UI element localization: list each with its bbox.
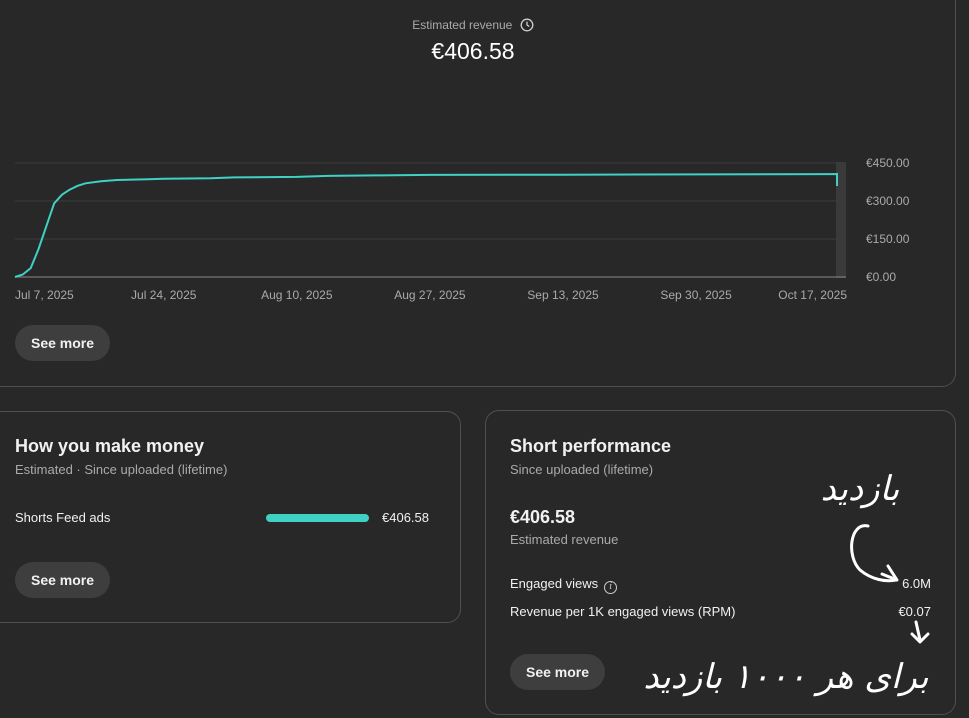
engaged-views-value: 6.0M	[902, 576, 931, 591]
x-tick-label: Oct 17, 2025	[778, 288, 847, 302]
estimated-revenue-header: Estimated revenue	[0, 18, 946, 35]
money-card-subtitle: Estimated · Since uploaded (lifetime)	[15, 462, 228, 477]
x-tick-label: Jul 7, 2025	[15, 288, 74, 302]
estimated-revenue-value: €406.58	[431, 38, 515, 64]
info-icon[interactable]: i	[604, 581, 618, 594]
short-revenue-label: Estimated revenue	[510, 532, 619, 547]
x-axis-ticks: Jul 7, 2025 Jul 24, 2025 Aug 10, 2025 Aug 2…	[15, 288, 847, 302]
x-tick-label: Aug 27, 2025	[394, 288, 466, 302]
x-tick-label: Sep 30, 2025	[660, 288, 732, 302]
y-tick-label: €450.00	[866, 156, 910, 170]
engaged-views-label: Engaged views	[510, 576, 599, 591]
y-axis-ticks: €450.00 €300.00 €150.00 €0.00	[866, 156, 910, 284]
revenue-series-line[interactable]	[14, 172, 838, 278]
x-tick-label: Sep 13, 2025	[527, 288, 599, 302]
y-tick-label: €300.00	[866, 194, 910, 208]
y-tick-label: €150.00	[866, 232, 910, 246]
money-see-more-button[interactable]: See more	[15, 562, 111, 598]
clock-icon[interactable]	[520, 18, 534, 35]
x-tick-label: Aug 10, 2025	[261, 288, 333, 302]
short-performance-title: Short performance	[510, 436, 672, 456]
shorts-feed-ads-label: Shorts Feed ads	[15, 510, 111, 525]
rpm-label: Revenue per 1K engaged views (RPM)	[510, 604, 736, 619]
revenue-see-more-button[interactable]: See more	[15, 325, 111, 361]
x-tick-label: Jul 24, 2025	[131, 288, 197, 302]
money-card-title: How you make money	[15, 436, 205, 456]
rpm-value: €0.07	[898, 604, 931, 619]
short-revenue-value: €406.58	[510, 507, 576, 527]
revenue-chart[interactable]: €450.00€300.00€150.00€0.00 Jul 7, 2025 Ju…	[0, 150, 930, 310]
shorts-feed-ads-bar	[266, 514, 369, 522]
estimated-revenue-label: Estimated revenue	[412, 18, 513, 32]
y-tick-label: €0.00	[866, 270, 896, 284]
engaged-views-row: Engaged views i	[510, 576, 618, 594]
short-performance-subtitle: Since uploaded (lifetime)	[510, 462, 654, 477]
shorts-feed-ads-value: €406.58	[382, 510, 429, 525]
short-see-more-button[interactable]: See more	[510, 654, 606, 690]
